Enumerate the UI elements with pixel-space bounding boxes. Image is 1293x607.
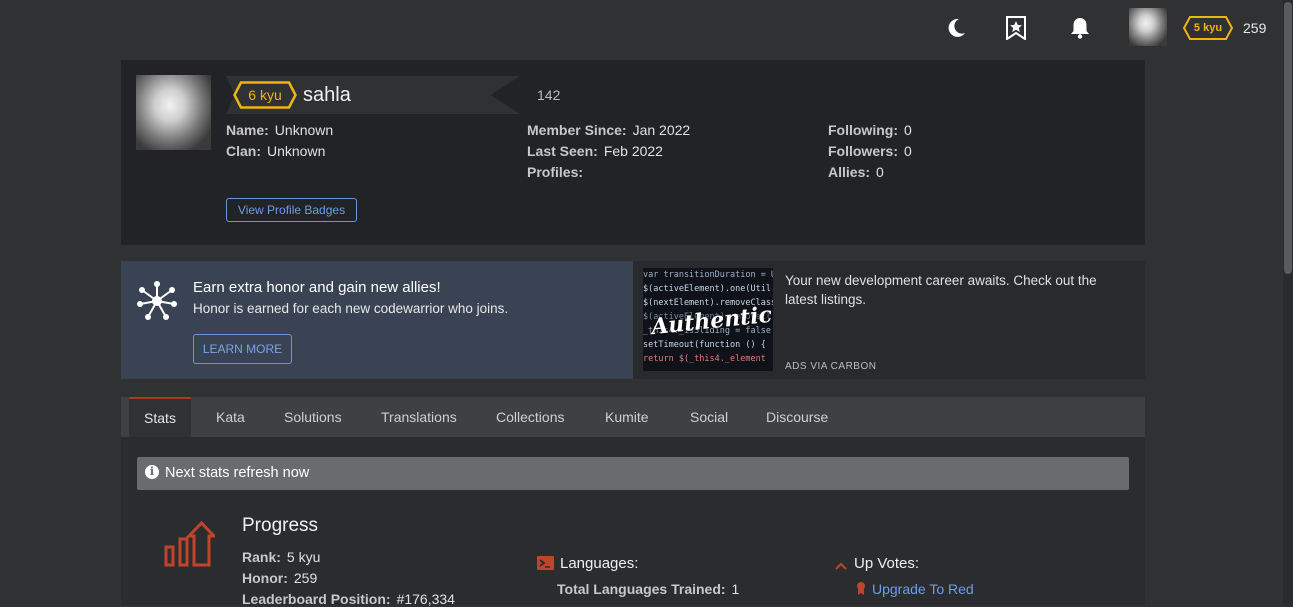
rank-row: Rank: 5 kyu [242,549,321,565]
ad-code-line: return $(_this4._element [643,354,766,364]
user-honor: 259 [1243,20,1267,36]
promo-title: Earn extra honor and gain new allies! [193,279,441,296]
progress-title: Progress [242,515,319,536]
ad-image[interactable]: var transitionDuration = Util $(activeEl… [643,268,773,371]
upvotes-title: Up Votes: [854,555,920,572]
ad-code-line: $(activeElement).one(Util.TR [643,284,773,294]
languages-title: Languages: [560,555,639,572]
info-icon: i [145,465,159,479]
ads-via-carbon-link[interactable]: ADS VIA CARBON [785,361,876,372]
profile-username: sahla [303,84,351,106]
name-row: Name: Unknown [226,122,334,138]
profiles-row: Profiles: [527,164,584,180]
profile-honor: 142 [537,87,561,103]
clan-row: Clan: Unknown [226,143,326,159]
tab-translations[interactable]: Translations [381,397,457,437]
upgrade-to-red-link[interactable]: Upgrade To Red [872,581,974,597]
ad-code-line: setTimeout(function () { [643,340,766,350]
user-avatar[interactable] [1129,8,1167,46]
promo-subtitle: Honor is earned for each new codewarrior… [193,301,509,316]
tab-solutions[interactable]: Solutions [284,397,342,437]
network-icon [136,280,178,322]
allies-row: Allies: 0 [828,164,884,180]
page-scrollbar[interactable] [1283,0,1293,605]
tab-kumite[interactable]: Kumite [605,397,649,437]
last-seen-row: Last Seen: Feb 2022 [527,143,663,159]
bell-icon[interactable] [1066,14,1094,42]
user-rank-badge: 5 kyu [1183,16,1233,40]
ad-text[interactable]: Your new development career awaits. Chec… [785,271,1125,309]
tab-stats[interactable]: Stats [129,397,191,437]
bookmark-star-icon[interactable] [1002,14,1030,42]
tab-collections[interactable]: Collections [496,397,564,437]
notice-text: Next stats refresh now [165,465,310,481]
award-icon [856,581,866,596]
view-profile-badges-button[interactable]: View Profile Badges [226,198,357,222]
ad-code-line: var transitionDuration = Util [643,270,773,280]
tab-social[interactable]: Social [690,397,728,437]
profile-rank-badge: 6 kyu [233,81,297,109]
languages-trained-row: Total Languages Trained: 1 [557,581,740,597]
terminal-icon [537,556,554,570]
following-row: Following: 0 [828,122,912,138]
honor-row: Honor: 259 [242,570,318,586]
profile-avatar [136,75,211,150]
member-since-row: Member Since: Jan 2022 [527,122,691,138]
chevron-up-icon [835,558,847,570]
progress-chart-icon [163,520,218,568]
learn-more-button[interactable]: LEARN MORE [193,334,292,364]
tab-kata[interactable]: Kata [216,397,245,437]
moon-icon[interactable] [942,14,970,42]
followers-row: Followers: 0 [828,143,912,159]
tab-discourse[interactable]: Discourse [766,397,828,437]
